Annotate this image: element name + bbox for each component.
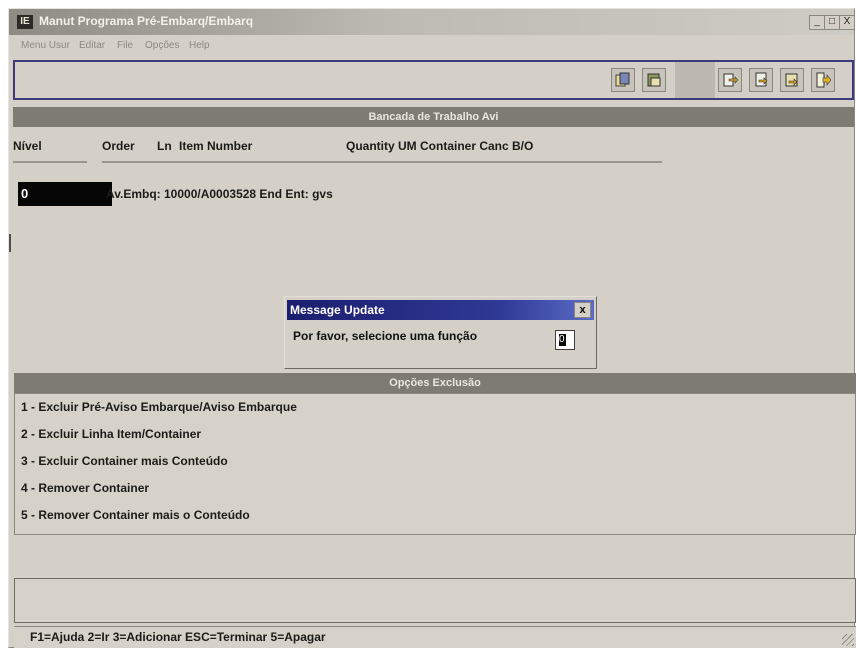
col-item-number: Item Number: [179, 139, 253, 153]
window-title: Manut Programa Pré-Embarq/Embarq: [39, 14, 254, 28]
nivel-rule: [13, 161, 87, 163]
option-4[interactable]: 4 - Remover Container: [21, 481, 149, 495]
doc-forward-icon: [755, 72, 768, 87]
option-1[interactable]: 1 - Excluir Pré-Aviso Embarque/Aviso Emb…: [21, 400, 297, 414]
doc-next-button[interactable]: [780, 68, 804, 92]
edge-marker: [9, 234, 11, 252]
title-bar[interactable]: IE Manut Programa Pré-Embarq/Embarq _ □ …: [9, 9, 855, 35]
copy-doc-button[interactable]: [611, 68, 635, 92]
dialog-prompt: Por favor, selecione uma função: [293, 329, 478, 343]
menu-file[interactable]: File: [117, 40, 133, 51]
option-5[interactable]: 5 - Remover Container mais o Conteúdo: [21, 508, 250, 522]
doc-forward-button[interactable]: [749, 68, 773, 92]
toolbar: [13, 60, 854, 100]
app-window: IE Manut Programa Pré-Embarq/Embarq _ □ …: [8, 8, 856, 648]
dialog-title-bar[interactable]: Message Update x: [287, 300, 594, 320]
col-order: Order: [102, 139, 135, 153]
close-button[interactable]: X: [839, 15, 855, 30]
toolbar-field: [15, 62, 605, 98]
doc-next-icon: [785, 73, 798, 87]
dialog-close-button[interactable]: x: [574, 302, 591, 318]
col-nivel: Nível: [13, 139, 42, 153]
exit-door-icon: [816, 72, 831, 88]
options-header: Opções Exclusão: [14, 373, 856, 393]
copy-doc-icon: [615, 72, 630, 87]
minimize-button[interactable]: _: [809, 15, 825, 30]
menu-usur[interactable]: Menu Usur: [21, 40, 70, 51]
col-quantity-group: Quantity UM Container Canc B/O: [346, 139, 534, 153]
maximize-button[interactable]: □: [824, 15, 840, 30]
arrow-right-doc-icon: [723, 73, 738, 87]
resize-grip-icon[interactable]: [842, 634, 854, 646]
option-2[interactable]: 2 - Excluir Linha Item/Container: [21, 427, 201, 441]
record-line: Av.Embq: 10000/A0003528 End Ent: gvs: [106, 187, 333, 201]
status-text: F1=Ajuda 2=Ir 3=Adicionar ESC=Terminar 5…: [30, 630, 326, 644]
menu-editar[interactable]: Editar: [79, 40, 105, 51]
work-area-header: Bancada de Trabalho Avi: [13, 107, 854, 127]
dialog-title: Message Update: [290, 303, 385, 317]
paste-doc-icon: [647, 73, 661, 87]
toolbar-separator: [675, 62, 715, 98]
nivel-field[interactable]: 0: [18, 182, 112, 206]
status-bar: F1=Ajuda 2=Ir 3=Adicionar ESC=Terminar 5…: [14, 626, 856, 648]
paste-doc-button[interactable]: [642, 68, 666, 92]
options-panel: 1 - Excluir Pré-Aviso Embarque/Aviso Emb…: [14, 393, 856, 535]
function-input-value: 0: [559, 334, 566, 346]
exit-button[interactable]: [811, 68, 835, 92]
message-update-dialog: Message Update x Por favor, selecione um…: [284, 296, 597, 369]
menu-bar: Menu Usur Editar File Opções Help: [9, 37, 854, 55]
message-area: [14, 578, 856, 623]
function-input[interactable]: 0: [555, 330, 575, 350]
col-ln: Ln: [157, 139, 172, 153]
menu-help[interactable]: Help: [189, 40, 210, 51]
arrow-right-doc-button[interactable]: [718, 68, 742, 92]
app-icon: IE: [17, 15, 33, 29]
columns-rule: [102, 161, 662, 163]
option-3[interactable]: 3 - Excluir Container mais Conteúdo: [21, 454, 228, 468]
menu-opcoes[interactable]: Opções: [145, 40, 179, 51]
